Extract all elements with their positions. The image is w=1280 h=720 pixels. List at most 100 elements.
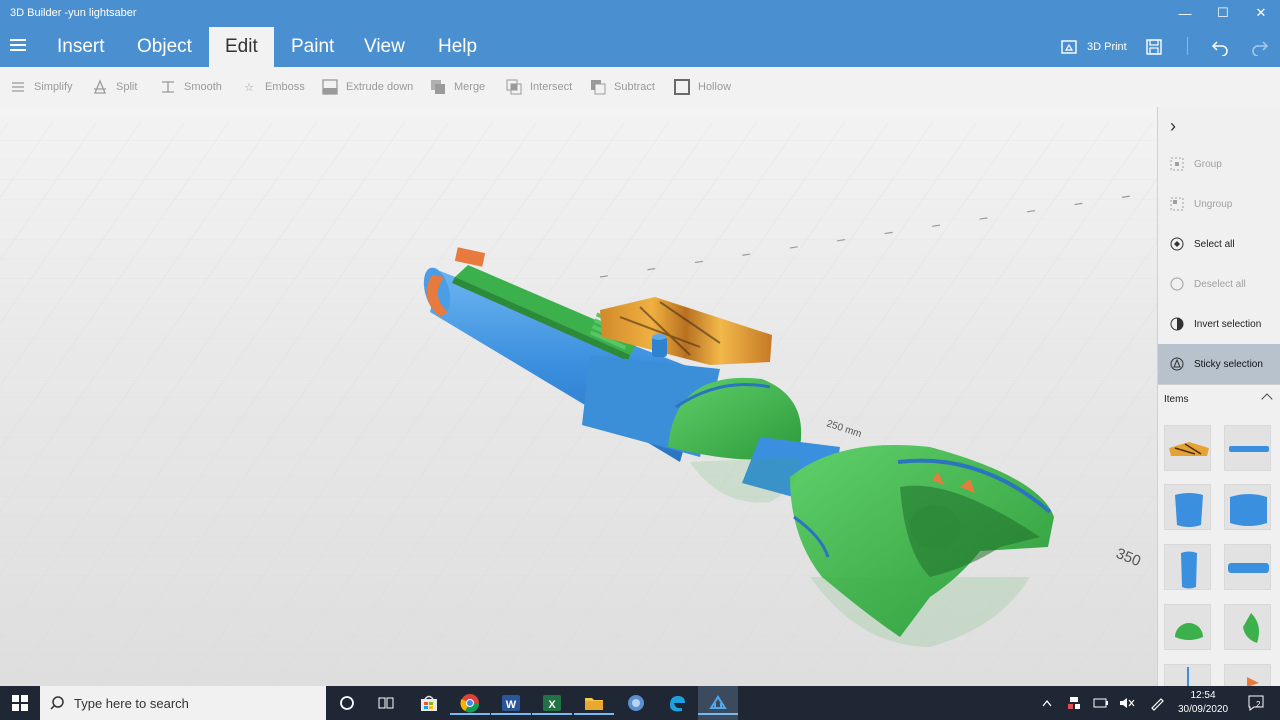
3d-builder-window: 3D Builder -yun lightsaber — ☐ ✕ Insert … bbox=[0, 0, 1280, 720]
select-all-icon bbox=[1170, 237, 1184, 251]
excel-running-indicator bbox=[532, 713, 572, 715]
taskbar-search-box[interactable]: Type here to search bbox=[40, 686, 326, 720]
split-label: Split bbox=[116, 81, 138, 93]
tab-paint[interactable]: Paint bbox=[275, 27, 350, 67]
search-placeholder: Type here to search bbox=[74, 695, 189, 711]
invert-selection-button[interactable]: Invert selection bbox=[1158, 304, 1280, 344]
tab-object[interactable]: Object bbox=[121, 27, 208, 67]
ungroup-button[interactable]: Ungroup bbox=[1158, 184, 1280, 224]
show-hidden-icons-chevron-icon[interactable] bbox=[1040, 695, 1054, 711]
item-thumb-dome[interactable] bbox=[1164, 604, 1211, 650]
3d-viewport[interactable]: 250 mm 350 bbox=[0, 107, 1157, 686]
deselect-all-button[interactable]: Deselect all bbox=[1158, 264, 1280, 304]
title-bar: 3D Builder -yun lightsaber — ☐ ✕ Insert … bbox=[0, 0, 1280, 67]
cortana-icon[interactable] bbox=[335, 691, 359, 715]
collapse-items-icon[interactable] bbox=[1261, 393, 1273, 405]
windows-logo-icon bbox=[12, 695, 28, 711]
emboss-label: Emboss bbox=[265, 81, 305, 93]
redo-button[interactable] bbox=[1251, 36, 1269, 58]
item-thumb-flat-bar[interactable] bbox=[1224, 544, 1271, 590]
select-all-label: Select all bbox=[1194, 238, 1235, 250]
items-header[interactable]: Items bbox=[1158, 384, 1280, 414]
split-tool[interactable]: Split bbox=[92, 79, 137, 95]
item-thumb-wood-block[interactable] bbox=[1164, 425, 1211, 471]
split-icon bbox=[92, 79, 108, 95]
undo-icon bbox=[1211, 41, 1228, 56]
extrude-down-tool[interactable]: Extrude down bbox=[322, 79, 413, 95]
explorer-running-indicator bbox=[574, 713, 614, 715]
taskbar-clock[interactable]: 12:54 30/09/2020 bbox=[1172, 689, 1234, 717]
clock-date: 30/09/2020 bbox=[1177, 704, 1229, 715]
maximize-button[interactable]: ☐ bbox=[1204, 2, 1242, 24]
word-icon[interactable]: W bbox=[491, 691, 531, 715]
item-thumb-cylinder[interactable] bbox=[1164, 484, 1211, 530]
extrude-down-icon bbox=[322, 79, 338, 95]
intersect-tool[interactable]: Intersect bbox=[506, 79, 572, 95]
simplify-tool[interactable]: Simplify bbox=[10, 79, 73, 95]
volume-muted-icon[interactable] bbox=[1118, 695, 1136, 711]
3d-print-icon bbox=[1061, 40, 1077, 54]
scene-canvas: 250 mm 350 bbox=[0, 121, 1157, 686]
hamburger-menu-icon[interactable] bbox=[10, 39, 26, 51]
notification-count: 2 bbox=[1256, 700, 1261, 709]
chrome-icon[interactable] bbox=[450, 691, 490, 715]
photos-icon[interactable] bbox=[624, 691, 648, 715]
selection-panel: › Group Ungroup Select all Deselect all … bbox=[1157, 107, 1280, 686]
subtract-tool[interactable]: Subtract bbox=[590, 79, 655, 95]
tab-view[interactable]: View bbox=[348, 27, 421, 67]
invert-selection-label: Invert selection bbox=[1194, 318, 1262, 330]
merge-icon bbox=[430, 79, 446, 95]
collapse-panel-chevron-icon[interactable]: › bbox=[1170, 116, 1176, 137]
ungroup-label: Ungroup bbox=[1194, 198, 1233, 210]
tab-insert[interactable]: Insert bbox=[41, 27, 121, 67]
start-button[interactable] bbox=[0, 686, 40, 720]
group-icon bbox=[1170, 157, 1184, 171]
item-thumb-small-cylinder[interactable] bbox=[1164, 544, 1211, 590]
item-thumb-shell[interactable] bbox=[1224, 604, 1271, 650]
subtract-label: Subtract bbox=[614, 81, 655, 93]
simplify-label: Simplify bbox=[34, 81, 73, 93]
undo-button[interactable] bbox=[1211, 36, 1229, 58]
ungroup-icon bbox=[1170, 197, 1184, 211]
group-label: Group bbox=[1194, 158, 1222, 170]
minimize-button[interactable]: — bbox=[1166, 2, 1204, 24]
edge-icon[interactable] bbox=[665, 691, 689, 715]
tab-edit[interactable]: Edit bbox=[209, 27, 274, 67]
item-thumb-rail[interactable] bbox=[1224, 425, 1271, 471]
item-thumb-partial-a[interactable] bbox=[1164, 664, 1211, 686]
select-all-button[interactable]: Select all bbox=[1158, 224, 1280, 264]
save-button[interactable] bbox=[1145, 36, 1163, 58]
pen-workspace-icon[interactable] bbox=[1148, 695, 1166, 711]
3d-print-button[interactable]: 3D Print bbox=[1060, 36, 1127, 58]
merge-label: Merge bbox=[454, 81, 486, 93]
microsoft-store-icon[interactable] bbox=[417, 691, 441, 715]
item-thumb-partial-b[interactable] bbox=[1224, 664, 1271, 686]
3d-builder-icon[interactable] bbox=[698, 691, 738, 715]
network-share-icon[interactable] bbox=[1066, 695, 1082, 711]
simplify-icon bbox=[10, 79, 26, 95]
item-thumb-wide-cylinder[interactable] bbox=[1224, 484, 1271, 530]
tab-help[interactable]: Help bbox=[422, 27, 493, 67]
file-explorer-icon[interactable] bbox=[574, 691, 614, 715]
battery-icon[interactable] bbox=[1092, 695, 1110, 711]
excel-icon[interactable]: X bbox=[532, 691, 572, 715]
clock-time: 12:54 bbox=[1190, 690, 1216, 701]
hollow-tool[interactable]: Hollow bbox=[674, 79, 731, 95]
ribbon-divider bbox=[1187, 37, 1188, 55]
sticky-selection-button[interactable]: Sticky selection bbox=[1158, 344, 1280, 384]
svg-text:W: W bbox=[506, 699, 517, 711]
task-view-icon[interactable] bbox=[374, 691, 398, 715]
intersect-label: Intersect bbox=[530, 81, 573, 93]
close-button[interactable]: ✕ bbox=[1242, 2, 1280, 24]
windows-taskbar: Type here to search W X 12:54 30/09/2020… bbox=[0, 686, 1280, 720]
word-running-indicator bbox=[491, 713, 531, 715]
group-button[interactable]: Group bbox=[1158, 144, 1280, 184]
action-center-icon[interactable]: 2 bbox=[1248, 695, 1264, 711]
hollow-label: Hollow bbox=[698, 81, 732, 93]
items-header-label: Items bbox=[1164, 394, 1189, 405]
emboss-tool[interactable]: ☆ Emboss bbox=[241, 79, 305, 95]
smooth-tool[interactable]: Smooth bbox=[160, 79, 222, 95]
sticky-selection-label: Sticky selection bbox=[1194, 358, 1263, 370]
smooth-label: Smooth bbox=[184, 81, 222, 93]
merge-tool[interactable]: Merge bbox=[430, 79, 485, 95]
